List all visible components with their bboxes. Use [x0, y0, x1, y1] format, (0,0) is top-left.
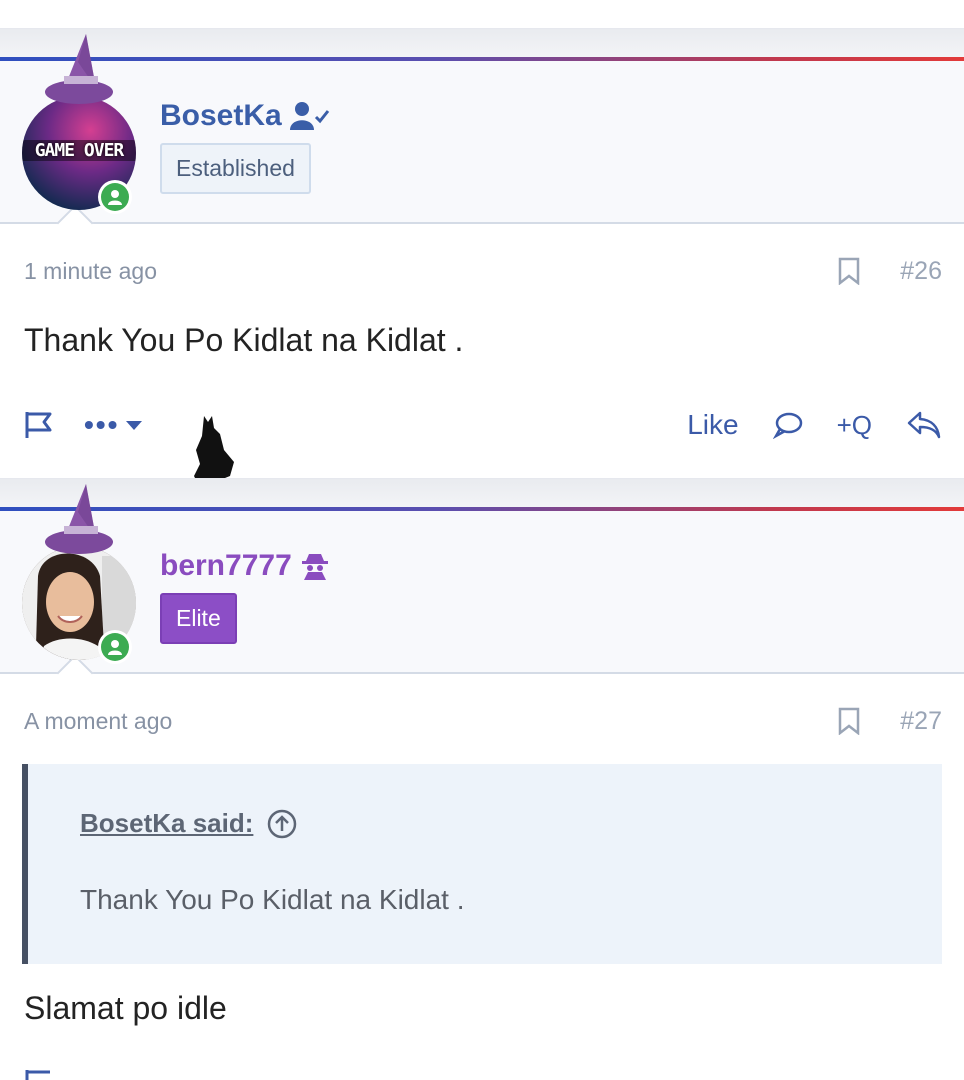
bookmark-icon[interactable] [838, 707, 860, 735]
header-accent-bar [0, 57, 964, 61]
post-actions: ••• Like +Q [24, 400, 942, 450]
witch-hat-icon [45, 34, 113, 104]
quoted-post: BosetKa said: Thank You Po Kidlat na Kid… [22, 764, 942, 964]
username-link[interactable]: BosetKa [160, 99, 282, 133]
multi-quote-button[interactable]: +Q [837, 410, 872, 441]
user-avatar[interactable] [22, 482, 140, 664]
user-avatar[interactable]: GAME OVER [22, 32, 140, 214]
user-title-badge: Elite [160, 593, 237, 644]
post-body: Thank You Po Kidlat na Kidlat . [24, 322, 464, 358]
ellipsis-icon: ••• [84, 409, 120, 440]
quote-author-link[interactable]: BosetKa said: [80, 808, 253, 839]
post-timestamp[interactable]: 1 minute ago [24, 258, 157, 285]
post-header: bern7777 Elite [0, 478, 964, 692]
witch-hat-icon [45, 484, 113, 554]
chevron-down-icon [126, 421, 143, 430]
post-number-link[interactable]: #27 [900, 707, 942, 736]
spy-icon [301, 554, 328, 580]
post-26: GAME OVER BosetKa Established 1 minute a… [0, 28, 964, 490]
post-header: GAME OVER BosetKa Established [0, 28, 964, 242]
flag-icon[interactable] [24, 410, 54, 440]
user-icon [108, 190, 122, 205]
username-link[interactable]: bern7777 [160, 549, 292, 583]
flag-icon[interactable] [24, 1070, 54, 1080]
post-number-link[interactable]: #26 [900, 257, 942, 286]
post-timestamp[interactable]: A moment ago [24, 708, 172, 735]
more-options-button[interactable]: ••• [84, 409, 143, 441]
user-icon [108, 640, 122, 655]
bookmark-icon[interactable] [838, 257, 860, 285]
header-accent-bar [0, 507, 964, 511]
post-27: bern7777 Elite A moment ago #27 BosetKa … [0, 478, 964, 1080]
comment-icon[interactable] [772, 411, 803, 439]
quote-text: Thank You Po Kidlat na Kidlat . [80, 884, 465, 915]
arrow-up-circle-icon[interactable] [267, 809, 297, 839]
user-title-badge: Established [160, 143, 311, 194]
online-status-indicator [98, 630, 132, 664]
post-actions-partial [20, 1070, 944, 1080]
online-status-indicator [98, 180, 132, 214]
avatar-caption: GAME OVER [22, 140, 136, 161]
reply-icon[interactable] [906, 410, 942, 440]
user-check-icon [289, 102, 329, 130]
like-button[interactable]: Like [687, 409, 738, 441]
post-body: Slamat po idle [24, 990, 227, 1026]
